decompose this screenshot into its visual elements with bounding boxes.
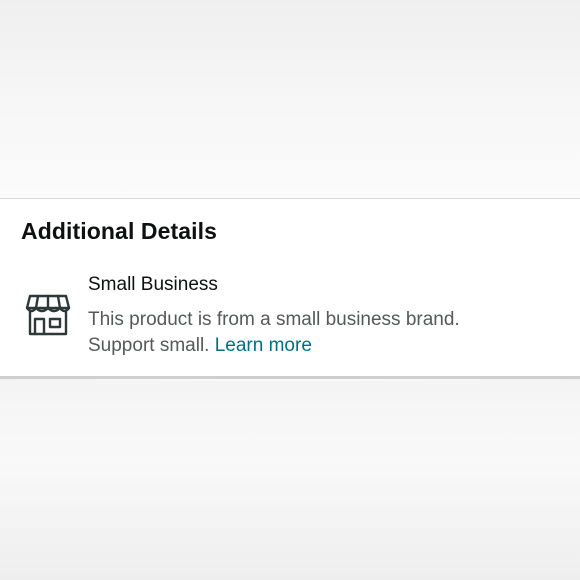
description-line-1: This product is from a small business br… [88, 309, 460, 330]
learn-more-link[interactable]: Learn more [215, 335, 312, 356]
background-top [0, 0, 580, 198]
storefront-icon [25, 293, 71, 337]
description-line-2: Support small. [88, 335, 210, 356]
feature-name: Small Business [88, 274, 218, 295]
feature-description: This product is from a small business br… [88, 307, 558, 359]
background-bottom [0, 381, 580, 580]
additional-details-card: Additional Details Small Business This p… [0, 198, 580, 379]
section-title: Additional Details [21, 218, 218, 244]
